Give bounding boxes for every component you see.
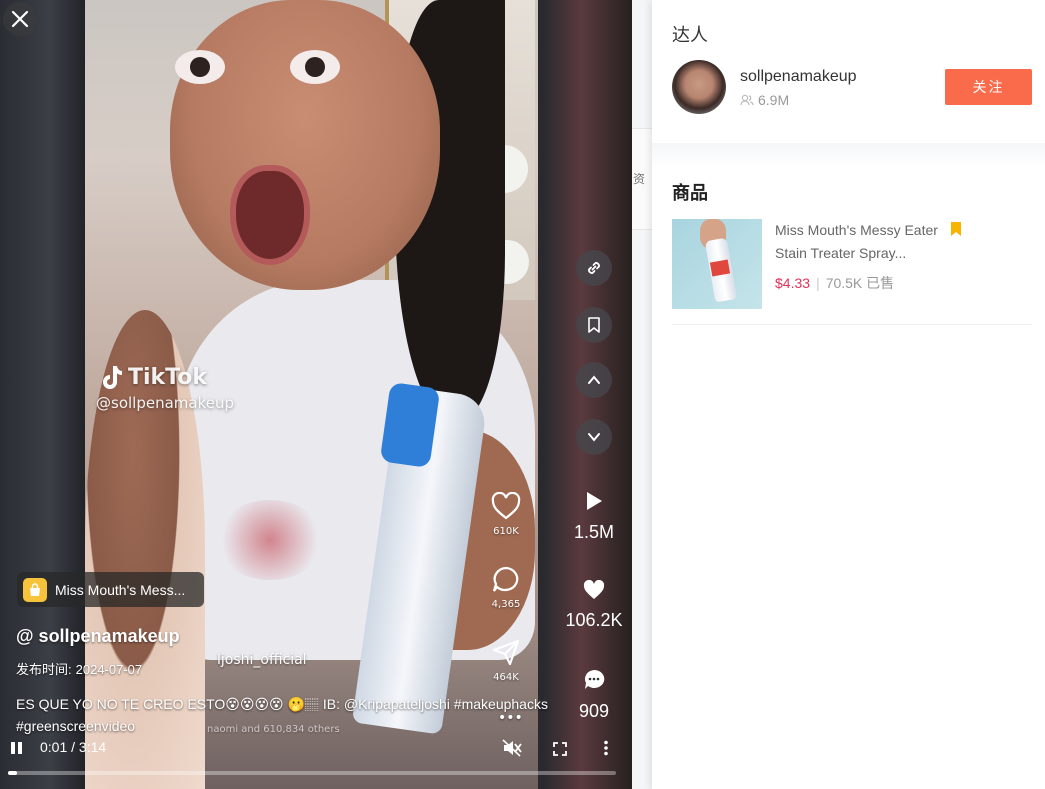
avatar[interactable] bbox=[672, 60, 726, 114]
publish-date: 2024-07-07 bbox=[75, 662, 143, 677]
video-frame[interactable]: TikTok @sollpenamakeup 610K 4,365 464K •… bbox=[85, 0, 538, 789]
product-chip-label: Miss Mouth's Mess... bbox=[55, 581, 186, 598]
fullscreen-icon bbox=[553, 742, 567, 756]
person-eye bbox=[290, 50, 340, 84]
creator-name[interactable]: sollpenamakeup bbox=[740, 68, 857, 86]
stain bbox=[215, 500, 325, 580]
pause-icon bbox=[11, 742, 22, 754]
comment-outline-icon bbox=[492, 566, 519, 592]
followers-icon bbox=[740, 94, 754, 106]
product-card[interactable]: Miss Mouth's Messy Eater Stain Treater S… bbox=[672, 219, 1032, 325]
bookmark-button[interactable] bbox=[576, 307, 612, 343]
play-count-value: 1.5M bbox=[573, 522, 615, 542]
pause-button[interactable] bbox=[10, 740, 24, 761]
creator-followers-count: 6.9M bbox=[758, 92, 790, 108]
inframe-tag: ljoshi_official bbox=[217, 652, 307, 668]
publish-info: 发布时间: 2024-07-07 bbox=[16, 659, 142, 678]
product-thumbnail bbox=[672, 219, 762, 309]
video-player[interactable]: TikTok @sollpenamakeup 610K 4,365 464K •… bbox=[0, 0, 632, 789]
vertical-dots-icon bbox=[604, 740, 608, 756]
progress-fill bbox=[8, 771, 18, 775]
app-root: TikTok @sollpenamakeup 610K 4,365 464K •… bbox=[0, 0, 1045, 789]
player-controls: 0:01 / 3:14 bbox=[0, 732, 632, 789]
shopping-bag-icon bbox=[23, 577, 47, 602]
product-meta: $4.33 | 70.5K 已售 bbox=[775, 273, 894, 293]
meta-separator: | bbox=[816, 275, 820, 291]
send-outline-icon bbox=[492, 639, 520, 666]
mute-button[interactable] bbox=[502, 739, 522, 762]
section-divider bbox=[652, 143, 1045, 167]
fullscreen-button[interactable] bbox=[552, 741, 568, 762]
heart-outline-icon bbox=[491, 492, 521, 520]
side-strip: 资 bbox=[632, 0, 652, 789]
publish-label: 发布时间: bbox=[16, 662, 72, 677]
product-name: Miss Mouth's Messy Eater Stain Treater S… bbox=[775, 222, 938, 261]
comment-count-value: 909 bbox=[578, 701, 610, 721]
tiktok-watermark: TikTok @sollpenamakeup bbox=[96, 364, 234, 413]
copy-link-button[interactable] bbox=[576, 250, 612, 286]
watermark-brand: TikTok bbox=[128, 364, 208, 390]
video-caption: ES QUE YO NO TE CREO ESTO😵😵😵😵 🫢🏽 IB: @Kr… bbox=[16, 696, 548, 734]
creator-followers: 6.9M bbox=[740, 92, 789, 108]
inframe-comment: 4,365 bbox=[485, 565, 527, 610]
details-panel: 达人 sollpenamakeup 6.9M 关注 商品 Miss Mouth'… bbox=[652, 0, 1045, 789]
progress-bar[interactable] bbox=[8, 771, 616, 775]
person-face bbox=[170, 0, 440, 290]
bookmark-icon bbox=[588, 317, 600, 333]
person-mouth bbox=[230, 165, 310, 265]
link-icon bbox=[588, 262, 600, 274]
like-count-value: 106.2K bbox=[565, 610, 623, 630]
inframe-share: 464K bbox=[485, 638, 527, 683]
chevron-up-icon bbox=[588, 375, 600, 384]
inframe-comment-count: 4,365 bbox=[491, 599, 521, 610]
bookmark-ribbon-icon bbox=[950, 221, 962, 242]
product-price: $4.33 bbox=[775, 275, 811, 291]
products-section-title: 商品 bbox=[672, 183, 708, 203]
author-handle[interactable]: @ sollpenamakeup bbox=[16, 626, 180, 647]
duration: 3:14 bbox=[78, 739, 107, 755]
like-count[interactable]: 106.2K bbox=[558, 580, 630, 631]
comment-icon bbox=[584, 669, 605, 689]
inframe-like-count: 610K bbox=[493, 526, 519, 537]
watermark-handle: @sollpenamakeup bbox=[96, 394, 234, 412]
close-icon bbox=[11, 10, 29, 28]
side-strip-text: 资 bbox=[633, 172, 646, 186]
follow-button[interactable]: 关注 bbox=[945, 69, 1032, 105]
next-video-button[interactable] bbox=[576, 419, 612, 455]
product-chip[interactable]: Miss Mouth's Mess... bbox=[17, 572, 204, 607]
speaker-muted-icon bbox=[502, 739, 522, 757]
heart-icon bbox=[583, 580, 605, 599]
more-options-button[interactable] bbox=[603, 740, 609, 761]
tiktok-logo-icon bbox=[103, 366, 122, 389]
inframe-like: 610K bbox=[485, 492, 527, 537]
person-eye bbox=[175, 50, 225, 84]
previous-video-button[interactable] bbox=[576, 362, 612, 398]
time-display: 0:01 / 3:14 bbox=[40, 739, 106, 755]
current-time: 0:01 bbox=[40, 739, 68, 755]
play-icon bbox=[587, 492, 602, 510]
play-count: 1.5M bbox=[558, 490, 630, 543]
chevron-down-icon bbox=[588, 433, 600, 442]
inframe-share-count: 464K bbox=[493, 672, 519, 683]
product-sold: 70.5K 已售 bbox=[825, 275, 895, 291]
creator-section-title: 达人 bbox=[672, 25, 708, 45]
close-button[interactable] bbox=[3, 2, 37, 36]
time-separator: / bbox=[67, 739, 79, 755]
